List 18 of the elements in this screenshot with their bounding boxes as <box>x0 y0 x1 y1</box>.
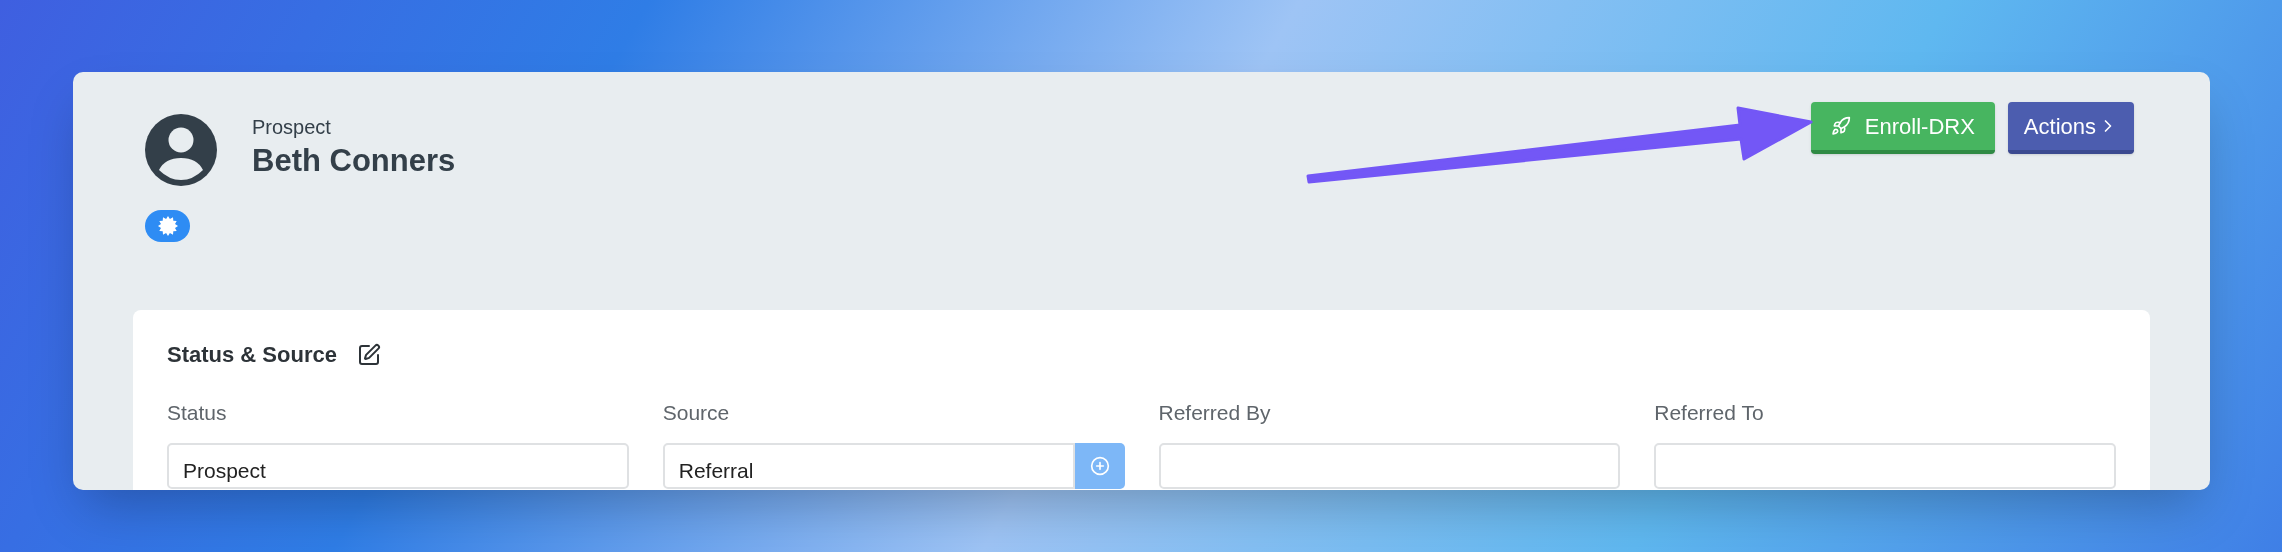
avatar-icon <box>145 114 217 186</box>
section-title: Status & Source <box>167 341 337 369</box>
field-label: Referred By <box>1158 400 1272 426</box>
input-field[interactable] <box>1158 442 1621 489</box>
input-field[interactable] <box>1654 442 2116 489</box>
field-label: Referred To <box>1654 400 1765 426</box>
add-button[interactable] <box>1074 442 1125 489</box>
actions-button[interactable]: Actions <box>2007 102 2134 154</box>
record-type: Prospect <box>252 114 332 140</box>
seal-icon <box>157 216 178 236</box>
contact-name: Beth Conners <box>252 141 456 180</box>
field-label: Status <box>167 400 228 426</box>
field-label: Source <box>662 400 731 426</box>
input-field[interactable]: Prospect <box>167 442 629 489</box>
input-field[interactable]: Referral <box>662 442 1075 489</box>
plus-icon <box>1089 455 1110 476</box>
rocket-icon <box>1830 116 1851 136</box>
edit-icon[interactable] <box>356 342 381 367</box>
